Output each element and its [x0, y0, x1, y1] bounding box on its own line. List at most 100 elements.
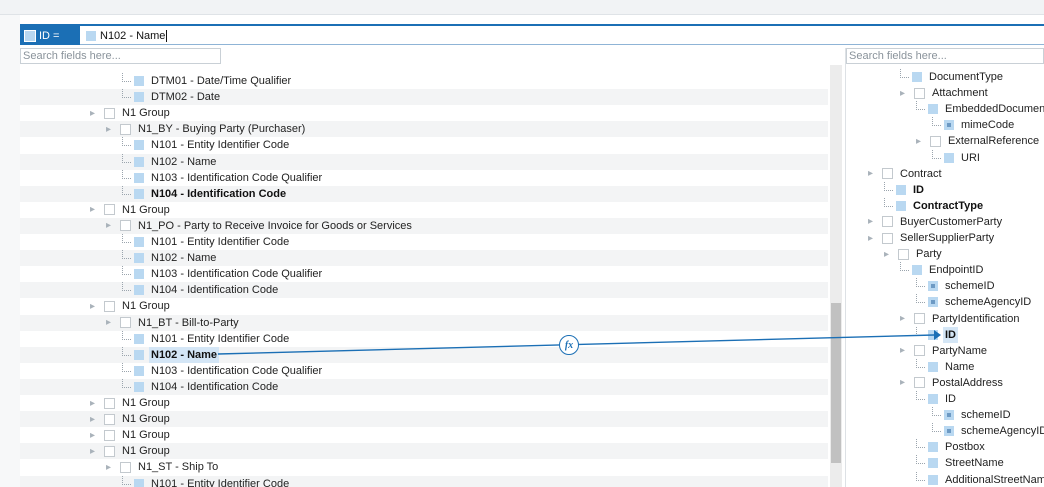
tree-field-row[interactable]: schemeAgencyID [846, 423, 1044, 439]
expand-toggle-icon[interactable]: ▸ [106, 462, 117, 472]
tree-group-row[interactable]: ▸ N1_PO - Party to Receive Invoice for Go… [20, 217, 828, 234]
tree-field-row[interactable]: DocumentType [846, 69, 1044, 85]
expand-toggle-icon[interactable]: ▸ [90, 398, 101, 408]
tree-field-row[interactable]: N101 - Entity Identifier Code [20, 234, 828, 250]
expand-toggle-icon[interactable]: ▸ [106, 124, 117, 134]
field-icon [928, 442, 938, 453]
tree-node: ▸ N1 Group [90, 105, 172, 121]
scrollbar-thumb[interactable] [831, 303, 841, 463]
tree-field-row[interactable]: ID [846, 181, 1044, 198]
fx-icon[interactable]: fx [559, 335, 579, 355]
expand-toggle-icon[interactable]: ▸ [868, 233, 879, 243]
tree-field-row[interactable]: N103 - Identification Code Qualifier [20, 266, 828, 282]
tree-group-row[interactable]: ▸ Party [846, 246, 1044, 262]
tree-field-row[interactable]: N103 - Identification Code Qualifier [20, 169, 828, 186]
target-field-chip[interactable]: ID = [20, 26, 80, 45]
tree-field-row[interactable]: EmbeddedDocumentBinaryObject [846, 101, 1044, 117]
tree-group-row[interactable]: ▸ N1 Group [20, 427, 828, 443]
expand-toggle-icon[interactable]: ▸ [90, 108, 101, 118]
tree-field-row[interactable]: N104 - Identification Code [20, 282, 828, 299]
tree-field-row[interactable]: Postbox [846, 439, 1044, 455]
expand-toggle-icon[interactable]: ▸ [90, 205, 101, 215]
tree-field-row[interactable]: N102 - Name [20, 250, 828, 267]
tree-field-row[interactable]: schemeAgencyID [846, 294, 1044, 310]
target-structure-tree[interactable]: DocumentType ▸ Attachment EmbeddedDocumentB… [846, 65, 1044, 487]
expand-toggle-icon[interactable]: ▸ [90, 430, 101, 440]
expand-toggle-icon[interactable]: ▸ [90, 446, 101, 456]
target-search-input[interactable] [846, 48, 1044, 64]
mapping-expression-bar[interactable]: ID = N102 - Name [20, 24, 1044, 45]
tree-field-row[interactable]: N101 - Entity Identifier Code [20, 137, 828, 153]
tree-group-row[interactable]: ▸ PartyName [846, 343, 1044, 359]
tree-field-row[interactable]: DTM02 - Date [20, 89, 828, 106]
expand-toggle-icon[interactable]: ▸ [916, 136, 927, 146]
tree-field-row[interactable]: URI [846, 149, 1044, 166]
mapping-source-token[interactable]: N102 - Name [86, 28, 168, 43]
expand-toggle-icon[interactable]: ▸ [106, 221, 117, 231]
tree-field-row[interactable]: N104 - Identification Code [20, 378, 828, 395]
tree-group-row[interactable]: ▸ Attachment [846, 85, 1044, 101]
tree-node-label: N102 - Name [151, 155, 217, 168]
tree-node-label: N104 - Identification Code [151, 380, 279, 393]
tree-group-row[interactable]: ▸ N1 Group [20, 395, 828, 411]
source-structure-tree[interactable]: DTM01 - Date/Time Qualifier DTM02 - Date ▸… [20, 65, 828, 487]
tree-group-row[interactable]: ▸ N1_BT - Bill-to-Party [20, 314, 828, 331]
tree-node-label: DTM02 - Date [151, 91, 221, 104]
tree-group-row[interactable]: ▸ PartyIdentification [846, 311, 1044, 327]
tree-node: ContractType [884, 197, 985, 214]
expand-toggle-icon[interactable]: ▸ [884, 249, 895, 259]
mapping-source-label: N102 - Name [100, 29, 166, 42]
tree-field-row[interactable]: N102 - Name [20, 346, 828, 363]
tree-field-row[interactable]: ID [846, 391, 1044, 407]
tree-field-row[interactable]: ID [846, 326, 1044, 343]
tree-field-row[interactable]: EndpointID [846, 262, 1044, 278]
tree-group-row[interactable]: ▸ N1 Group [20, 105, 828, 121]
expand-toggle-icon[interactable]: ▸ [900, 378, 911, 388]
tree-field-row[interactable]: mimeCode [846, 117, 1044, 133]
tree-field-row[interactable]: Name [846, 358, 1044, 375]
tree-node: Name [916, 358, 976, 375]
tree-group-row[interactable]: ▸ SellerSupplierParty [846, 230, 1044, 246]
expand-toggle-icon[interactable]: ▸ [90, 301, 101, 311]
source-search-input[interactable] [20, 48, 221, 64]
expand-toggle-icon[interactable]: ▸ [868, 169, 879, 179]
tree-field-row[interactable]: StreetName [846, 455, 1044, 471]
tree-field-row[interactable]: N101 - Entity Identifier Code [20, 475, 828, 487]
tree-connector [122, 362, 131, 372]
field-icon [86, 30, 96, 41]
tree-group-row[interactable]: ▸ N1 Group [20, 443, 828, 460]
tree-field-row[interactable]: AdditionalStreetName [846, 471, 1044, 487]
tree-node-label: N104 - Identification Code [151, 187, 287, 200]
tree-field-row[interactable]: schemeID [846, 278, 1044, 294]
tree-field-row[interactable]: N102 - Name [20, 153, 828, 170]
tree-field-row[interactable]: DTM01 - Date/Time Qualifier [20, 73, 828, 89]
tree-field-row[interactable]: schemeID [846, 407, 1044, 423]
tree-group-row[interactable]: ▸ BuyerCustomerParty [846, 214, 1044, 230]
expand-toggle-icon[interactable]: ▸ [868, 217, 879, 227]
tree-group-row[interactable]: ▸ N1 Group [20, 411, 828, 428]
tree-group-row[interactable]: ▸ ExternalReference [846, 133, 1044, 149]
tree-connector [916, 358, 925, 368]
tree-node-label: N1 Group [122, 107, 170, 120]
tree-field-row[interactable]: N101 - Entity Identifier Code [20, 330, 828, 347]
group-icon [914, 87, 925, 99]
expand-toggle-icon[interactable]: ▸ [90, 414, 101, 424]
tree-group-row[interactable]: ▸ Contract [846, 166, 1044, 182]
tree-group-row[interactable]: ▸ N1_ST - Ship To [20, 459, 828, 475]
tree-group-row[interactable]: ▸ N1 Group [20, 298, 828, 314]
source-tree-scrollbar[interactable] [830, 65, 842, 487]
expand-toggle-icon[interactable]: ▸ [900, 88, 911, 98]
tree-group-row[interactable]: ▸ PostalAddress [846, 375, 1044, 391]
tree-group-row[interactable]: ▸ N1 Group [20, 202, 828, 218]
expand-toggle-icon[interactable]: ▸ [106, 318, 117, 328]
tree-node-label: N103 - Identification Code Qualifier [151, 364, 323, 377]
tree-node-label: ID [945, 393, 956, 405]
tree-field-row[interactable]: N104 - Identification Code [20, 185, 828, 202]
expand-toggle-icon[interactable]: ▸ [900, 346, 911, 356]
tree-group-row[interactable]: ▸ N1_BY - Buying Party (Purchaser) [20, 121, 828, 138]
expand-toggle-icon[interactable]: ▸ [900, 314, 911, 324]
tree-field-row[interactable]: ContractType [846, 197, 1044, 214]
tree-node-label: N1 Group [122, 203, 170, 216]
tree-connector [884, 197, 893, 207]
tree-field-row[interactable]: N103 - Identification Code Qualifier [20, 362, 828, 379]
